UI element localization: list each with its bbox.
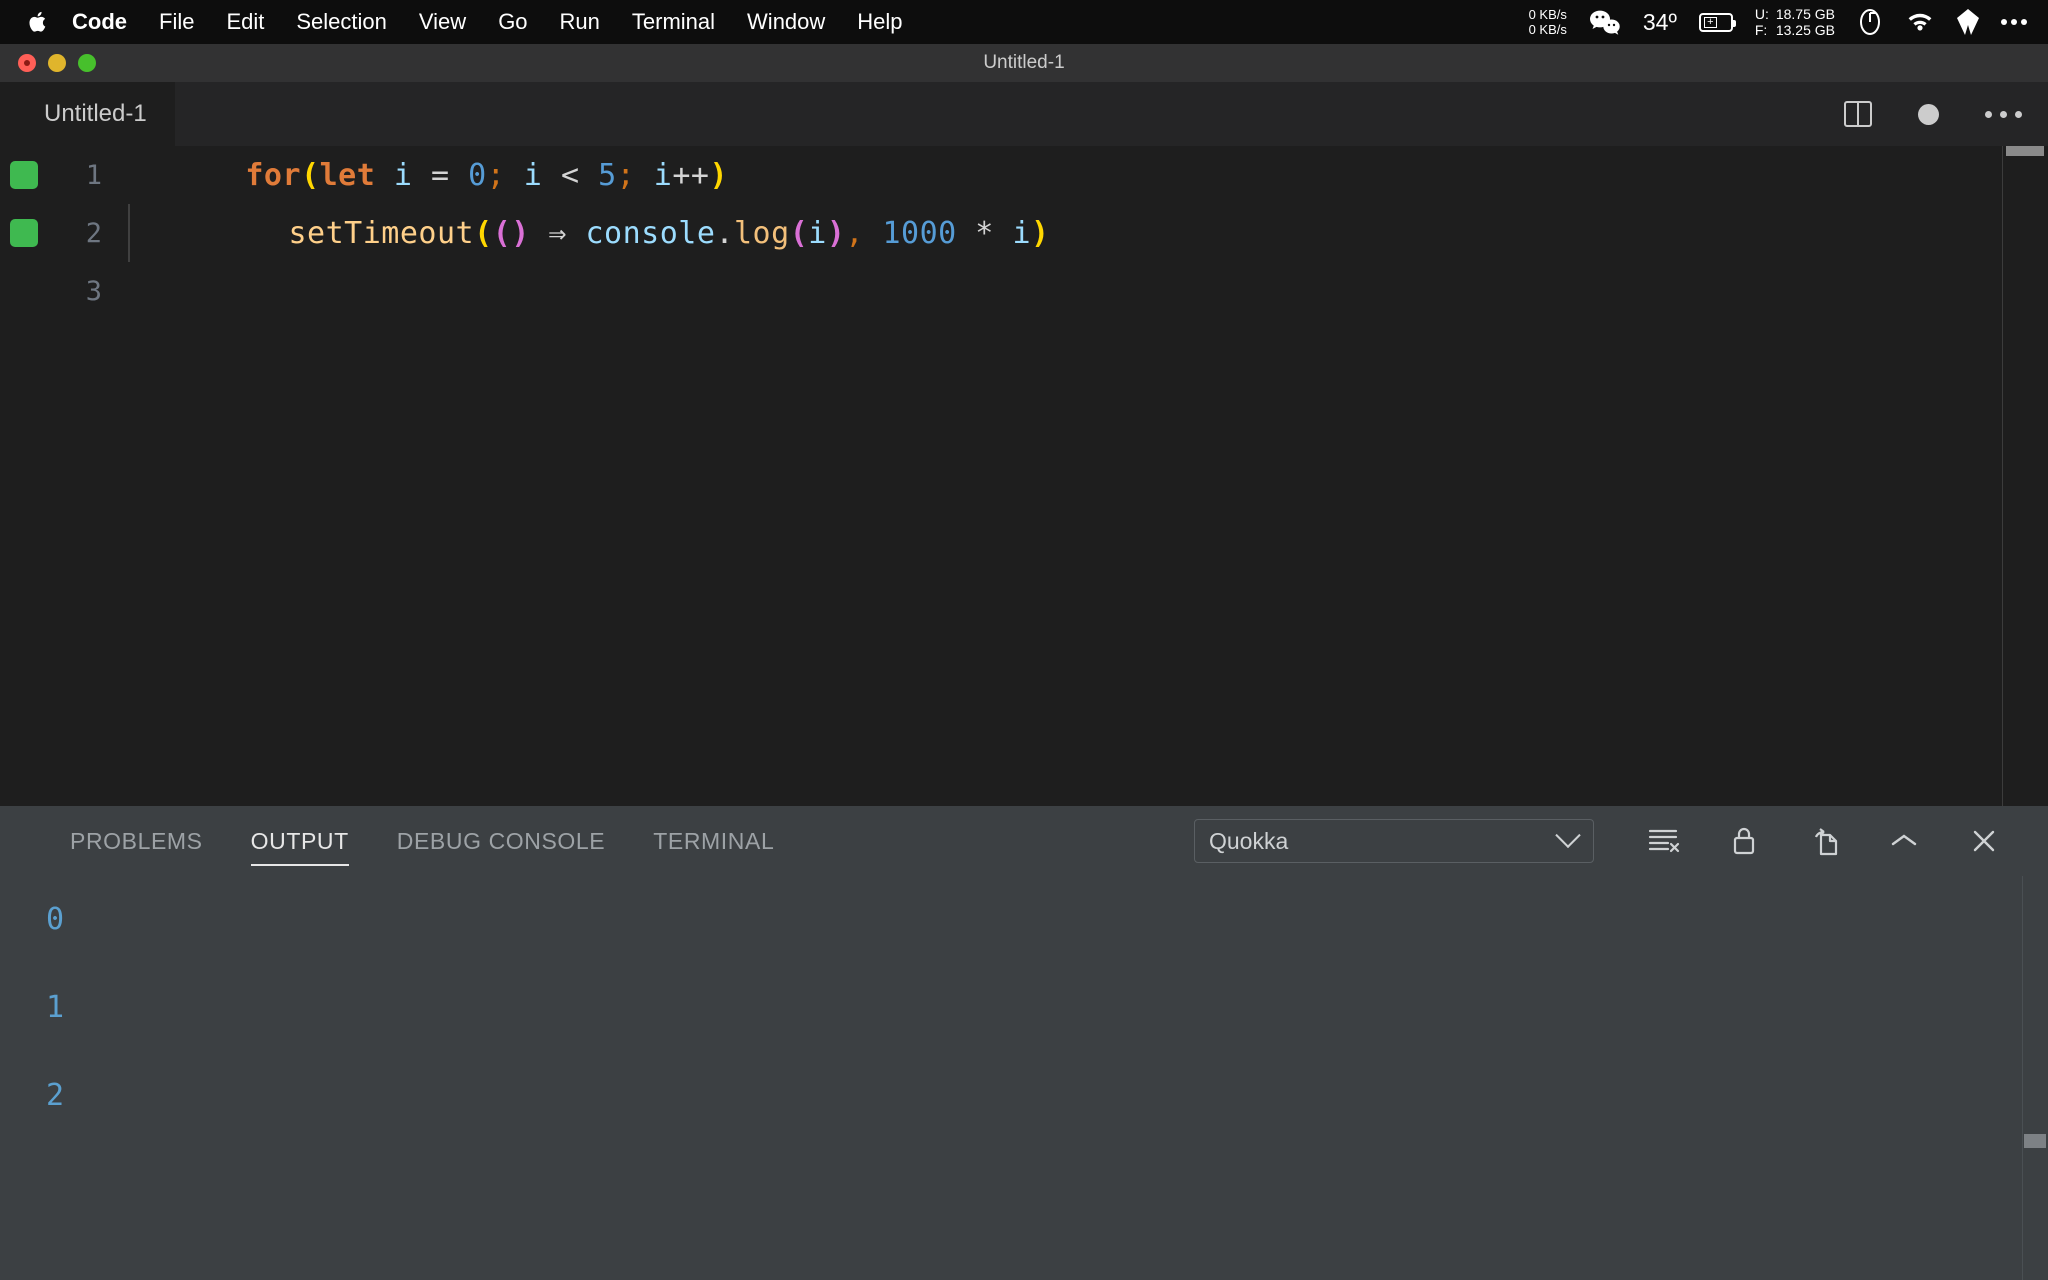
battery-icon[interactable]: +: [1688, 0, 1744, 44]
editor-tab-actions: [1844, 101, 2022, 127]
window-title: Untitled-1: [0, 52, 2048, 74]
menu-item-file[interactable]: File: [143, 0, 210, 44]
panel-tab-debug-console[interactable]: DEBUG CONSOLE: [373, 806, 629, 876]
editor-tab-label: Untitled-1: [44, 100, 147, 128]
menu-item-help[interactable]: Help: [841, 0, 918, 44]
menu-item-terminal[interactable]: Terminal: [616, 0, 731, 44]
line-number-3: 3: [36, 276, 124, 307]
token: ): [511, 216, 530, 251]
token: i: [808, 216, 827, 251]
menu-items: Code File Edit Selection View Go Run Ter…: [0, 0, 919, 44]
temperature-indicator[interactable]: 34º: [1632, 0, 1688, 44]
menu-item-edit[interactable]: Edit: [210, 0, 280, 44]
output-line: 0: [46, 876, 2048, 964]
editor-tab-bar: Untitled-1: [0, 82, 2048, 146]
lock-scroll-icon[interactable]: [1704, 806, 1784, 876]
editor-tab-untitled-1[interactable]: Untitled-1: [0, 82, 175, 146]
token: ): [827, 216, 846, 251]
menu-item-view[interactable]: View: [403, 0, 482, 44]
more-actions-icon[interactable]: [1985, 111, 2022, 118]
mem-free-label: F:: [1755, 22, 1769, 38]
open-in-editor-icon[interactable]: [1784, 806, 1864, 876]
token: ⇒: [530, 216, 586, 251]
window-titlebar: Untitled-1: [0, 44, 2048, 82]
output-channel-select[interactable]: Quokka: [1194, 819, 1594, 863]
coverage-indicator-line-2[interactable]: [0, 219, 36, 247]
bottom-panel: PROBLEMS OUTPUT DEBUG CONSOLE TERMINAL Q…: [0, 806, 2048, 1280]
wifi-icon[interactable]: [1894, 0, 1946, 44]
app-shape-icon[interactable]: [1946, 0, 1990, 44]
token: i: [1012, 216, 1031, 251]
token: ,: [845, 216, 864, 251]
line-number-2: 2: [36, 218, 124, 249]
token: console: [586, 216, 716, 251]
control-center-icon[interactable]: [1846, 0, 1894, 44]
code-line-2: 2 setTimeout(() ⇒ console.log(i), 1000 *…: [0, 204, 2048, 262]
editor-scrollbar-thumb[interactable]: [2006, 146, 2044, 156]
output-line: 2: [46, 1052, 2048, 1140]
close-panel-icon[interactable]: [1944, 806, 2024, 876]
split-editor-icon[interactable]: [1844, 101, 1872, 127]
mem-used-label: U:: [1755, 6, 1769, 22]
panel-header: PROBLEMS OUTPUT DEBUG CONSOLE TERMINAL Q…: [0, 806, 2048, 876]
menu-bar-status-items: 0 KB/s 0 KB/s 34º + U: [1518, 0, 2038, 44]
menu-item-go[interactable]: Go: [482, 0, 543, 44]
output-content[interactable]: 0 1 2: [0, 876, 2048, 1280]
macos-menu-bar: Code File Edit Selection View Go Run Ter…: [0, 0, 2048, 44]
net-upload-speed: 0 KB/s: [1529, 7, 1567, 22]
memory-stats[interactable]: U: F: 18.75 GB 13.25 GB: [1744, 0, 1846, 44]
more-dots-icon[interactable]: [1990, 0, 2038, 44]
menu-item-run[interactable]: Run: [544, 0, 616, 44]
token: setTimeout: [251, 216, 474, 251]
unsaved-dot-icon[interactable]: [1918, 104, 1939, 125]
chevron-down-icon: [1555, 823, 1580, 848]
net-download-speed: 0 KB/s: [1529, 22, 1567, 37]
editor-overview-ruler[interactable]: [2002, 146, 2048, 806]
token: ): [1031, 216, 1050, 251]
token: .: [715, 216, 734, 251]
mem-used-value: 18.75 GB: [1776, 6, 1835, 22]
output-scrollbar[interactable]: [2022, 876, 2048, 1280]
output-scrollbar-thumb[interactable]: [2024, 1134, 2046, 1148]
clear-output-icon[interactable]: [1624, 806, 1704, 876]
network-speed-indicator[interactable]: 0 KB/s 0 KB/s: [1518, 0, 1578, 44]
maximize-panel-icon[interactable]: [1864, 806, 1944, 876]
token: 1000: [864, 216, 957, 251]
token: (: [790, 216, 809, 251]
wechat-icon[interactable]: [1578, 0, 1632, 44]
output-channel-value: Quokka: [1209, 828, 1288, 855]
mem-free-value: 13.25 GB: [1776, 22, 1835, 38]
coverage-indicator-line-1[interactable]: [0, 161, 36, 189]
token: (: [493, 216, 512, 251]
menu-item-selection[interactable]: Selection: [280, 0, 403, 44]
token: log: [734, 216, 790, 251]
panel-tab-terminal[interactable]: TERMINAL: [629, 806, 798, 876]
menu-item-code[interactable]: Code: [56, 0, 143, 44]
panel-tab-output[interactable]: OUTPUT: [227, 806, 373, 876]
menu-item-window[interactable]: Window: [731, 0, 841, 44]
apple-logo-icon[interactable]: [22, 0, 56, 44]
output-line: 1: [46, 964, 2048, 1052]
token: *: [957, 216, 1013, 251]
token: (: [474, 216, 493, 251]
temperature-value: 34º: [1643, 9, 1677, 36]
code-editor[interactable]: 1 for(let i = 0; i < 5; i++) 2 setTimeou…: [0, 146, 2048, 806]
code-line-3: 3: [0, 262, 2048, 320]
line-number-1: 1: [36, 160, 124, 191]
panel-tab-problems[interactable]: PROBLEMS: [46, 806, 227, 876]
panel-right-controls: Quokka: [1194, 806, 2024, 876]
panel-tabs: PROBLEMS OUTPUT DEBUG CONSOLE TERMINAL: [0, 806, 798, 876]
